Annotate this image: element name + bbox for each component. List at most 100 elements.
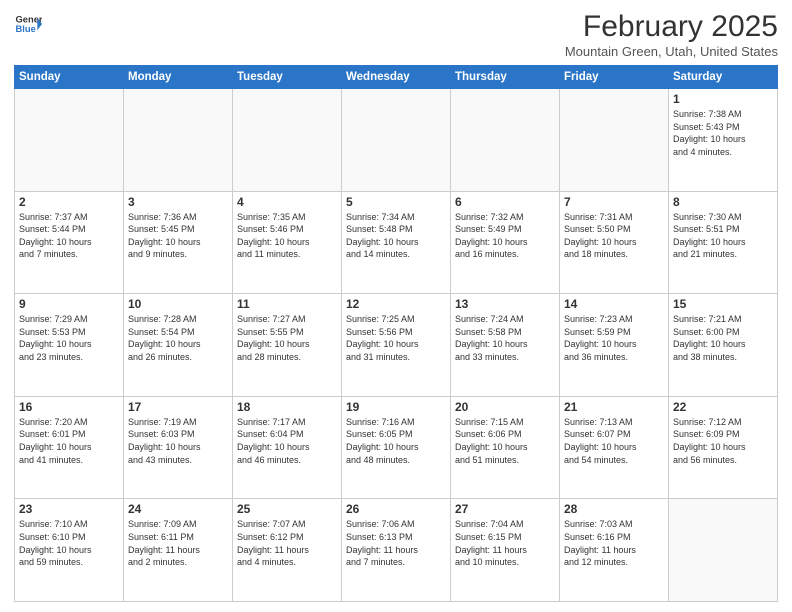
day-number: 3 — [128, 195, 228, 209]
day-number: 6 — [455, 195, 555, 209]
day-cell: 22 Sunrise: 7:12 AM Sunset: 6:09 PM Dayli… — [669, 396, 778, 499]
day-number: 4 — [237, 195, 337, 209]
day-cell: 6 Sunrise: 7:32 AM Sunset: 5:49 PM Daylig… — [451, 191, 560, 294]
day-number: 27 — [455, 502, 555, 516]
day-cell — [451, 89, 560, 192]
day-info: Sunrise: 7:35 AM Sunset: 5:46 PM Dayligh… — [237, 211, 337, 261]
day-info: Sunrise: 7:25 AM Sunset: 5:56 PM Dayligh… — [346, 313, 446, 363]
day-cell: 21 Sunrise: 7:13 AM Sunset: 6:07 PM Dayli… — [560, 396, 669, 499]
calendar-title: February 2025 — [565, 10, 778, 44]
day-number: 22 — [673, 400, 773, 414]
col-header-monday: Monday — [124, 66, 233, 89]
day-info: Sunrise: 7:27 AM Sunset: 5:55 PM Dayligh… — [237, 313, 337, 363]
day-number: 9 — [19, 297, 119, 311]
day-cell — [124, 89, 233, 192]
day-number: 12 — [346, 297, 446, 311]
col-header-saturday: Saturday — [669, 66, 778, 89]
day-cell: 12 Sunrise: 7:25 AM Sunset: 5:56 PM Dayli… — [342, 294, 451, 397]
title-area: February 2025 Mountain Green, Utah, Unit… — [565, 10, 778, 59]
day-info: Sunrise: 7:28 AM Sunset: 5:54 PM Dayligh… — [128, 313, 228, 363]
day-cell: 17 Sunrise: 7:19 AM Sunset: 6:03 PM Dayli… — [124, 396, 233, 499]
day-info: Sunrise: 7:21 AM Sunset: 6:00 PM Dayligh… — [673, 313, 773, 363]
logo-icon: General Blue — [14, 10, 42, 38]
calendar-table: SundayMondayTuesdayWednesdayThursdayFrid… — [14, 65, 778, 602]
calendar-subtitle: Mountain Green, Utah, United States — [565, 44, 778, 59]
col-header-wednesday: Wednesday — [342, 66, 451, 89]
day-cell: 1Sunrise: 7:38 AM Sunset: 5:43 PM Daylig… — [669, 89, 778, 192]
day-cell: 20 Sunrise: 7:15 AM Sunset: 6:06 PM Dayli… — [451, 396, 560, 499]
day-info: Sunrise: 7:03 AM Sunset: 6:16 PM Dayligh… — [564, 518, 664, 568]
day-number: 19 — [346, 400, 446, 414]
day-number: 5 — [346, 195, 446, 209]
calendar-page: General Blue February 2025 Mountain Gree… — [0, 0, 792, 612]
day-info: Sunrise: 7:12 AM Sunset: 6:09 PM Dayligh… — [673, 416, 773, 466]
header-row: SundayMondayTuesdayWednesdayThursdayFrid… — [15, 66, 778, 89]
day-info: Sunrise: 7:19 AM Sunset: 6:03 PM Dayligh… — [128, 416, 228, 466]
day-number: 16 — [19, 400, 119, 414]
day-number: 15 — [673, 297, 773, 311]
day-number: 17 — [128, 400, 228, 414]
week-row-2: 9Sunrise: 7:29 AM Sunset: 5:53 PM Daylig… — [15, 294, 778, 397]
day-info: Sunrise: 7:30 AM Sunset: 5:51 PM Dayligh… — [673, 211, 773, 261]
day-number: 28 — [564, 502, 664, 516]
day-info: Sunrise: 7:37 AM Sunset: 5:44 PM Dayligh… — [19, 211, 119, 261]
day-info: Sunrise: 7:13 AM Sunset: 6:07 PM Dayligh… — [564, 416, 664, 466]
day-number: 20 — [455, 400, 555, 414]
day-cell: 25 Sunrise: 7:07 AM Sunset: 6:12 PM Dayli… — [233, 499, 342, 602]
day-cell: 23Sunrise: 7:10 AM Sunset: 6:10 PM Dayli… — [15, 499, 124, 602]
day-number: 13 — [455, 297, 555, 311]
day-cell — [560, 89, 669, 192]
day-cell — [669, 499, 778, 602]
day-number: 21 — [564, 400, 664, 414]
day-cell: 5 Sunrise: 7:34 AM Sunset: 5:48 PM Daylig… — [342, 191, 451, 294]
day-info: Sunrise: 7:15 AM Sunset: 6:06 PM Dayligh… — [455, 416, 555, 466]
day-info: Sunrise: 7:34 AM Sunset: 5:48 PM Dayligh… — [346, 211, 446, 261]
day-info: Sunrise: 7:20 AM Sunset: 6:01 PM Dayligh… — [19, 416, 119, 466]
day-number: 7 — [564, 195, 664, 209]
week-row-4: 23Sunrise: 7:10 AM Sunset: 6:10 PM Dayli… — [15, 499, 778, 602]
col-header-sunday: Sunday — [15, 66, 124, 89]
day-info: Sunrise: 7:23 AM Sunset: 5:59 PM Dayligh… — [564, 313, 664, 363]
day-cell: 7 Sunrise: 7:31 AM Sunset: 5:50 PM Daylig… — [560, 191, 669, 294]
day-info: Sunrise: 7:04 AM Sunset: 6:15 PM Dayligh… — [455, 518, 555, 568]
day-cell — [342, 89, 451, 192]
day-number: 23 — [19, 502, 119, 516]
day-cell — [233, 89, 342, 192]
day-cell: 27 Sunrise: 7:04 AM Sunset: 6:15 PM Dayli… — [451, 499, 560, 602]
day-cell: 4 Sunrise: 7:35 AM Sunset: 5:46 PM Daylig… — [233, 191, 342, 294]
day-cell: 9Sunrise: 7:29 AM Sunset: 5:53 PM Daylig… — [15, 294, 124, 397]
day-number: 14 — [564, 297, 664, 311]
day-cell: 19 Sunrise: 7:16 AM Sunset: 6:05 PM Dayli… — [342, 396, 451, 499]
day-number: 26 — [346, 502, 446, 516]
logo-area: General Blue — [14, 10, 42, 38]
week-row-1: 2Sunrise: 7:37 AM Sunset: 5:44 PM Daylig… — [15, 191, 778, 294]
col-header-tuesday: Tuesday — [233, 66, 342, 89]
day-cell: 2Sunrise: 7:37 AM Sunset: 5:44 PM Daylig… — [15, 191, 124, 294]
day-number: 8 — [673, 195, 773, 209]
day-cell: 16 Sunrise: 7:20 AM Sunset: 6:01 PM Dayli… — [15, 396, 124, 499]
col-header-thursday: Thursday — [451, 66, 560, 89]
day-cell: 28 Sunrise: 7:03 AM Sunset: 6:16 PM Dayli… — [560, 499, 669, 602]
day-cell: 11 Sunrise: 7:27 AM Sunset: 5:55 PM Dayli… — [233, 294, 342, 397]
day-number: 11 — [237, 297, 337, 311]
col-header-friday: Friday — [560, 66, 669, 89]
svg-text:Blue: Blue — [16, 24, 36, 34]
day-info: Sunrise: 7:17 AM Sunset: 6:04 PM Dayligh… — [237, 416, 337, 466]
day-number: 25 — [237, 502, 337, 516]
day-cell: 13 Sunrise: 7:24 AM Sunset: 5:58 PM Dayli… — [451, 294, 560, 397]
day-number: 24 — [128, 502, 228, 516]
day-cell: 3 Sunrise: 7:36 AM Sunset: 5:45 PM Daylig… — [124, 191, 233, 294]
week-row-3: 16 Sunrise: 7:20 AM Sunset: 6:01 PM Dayli… — [15, 396, 778, 499]
header: General Blue February 2025 Mountain Gree… — [14, 10, 778, 59]
day-cell: 14 Sunrise: 7:23 AM Sunset: 5:59 PM Dayli… — [560, 294, 669, 397]
day-cell: 26Sunrise: 7:06 AM Sunset: 6:13 PM Dayli… — [342, 499, 451, 602]
day-number: 10 — [128, 297, 228, 311]
day-info: Sunrise: 7:36 AM Sunset: 5:45 PM Dayligh… — [128, 211, 228, 261]
day-info: Sunrise: 7:24 AM Sunset: 5:58 PM Dayligh… — [455, 313, 555, 363]
day-info: Sunrise: 7:31 AM Sunset: 5:50 PM Dayligh… — [564, 211, 664, 261]
day-info: Sunrise: 7:38 AM Sunset: 5:43 PM Dayligh… — [673, 108, 773, 158]
day-cell — [15, 89, 124, 192]
day-info: Sunrise: 7:16 AM Sunset: 6:05 PM Dayligh… — [346, 416, 446, 466]
day-info: Sunrise: 7:32 AM Sunset: 5:49 PM Dayligh… — [455, 211, 555, 261]
day-info: Sunrise: 7:07 AM Sunset: 6:12 PM Dayligh… — [237, 518, 337, 568]
